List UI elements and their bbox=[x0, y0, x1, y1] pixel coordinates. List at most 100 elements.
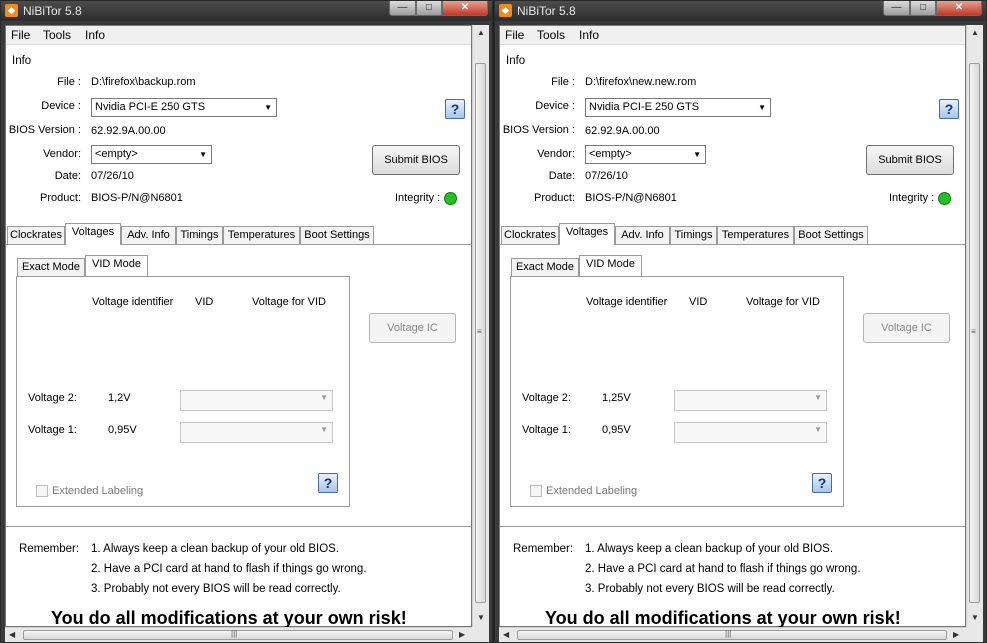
menu-file[interactable]: File bbox=[505, 28, 524, 42]
vertical-scrollbar[interactable]: ▲ ≡ ▼ bbox=[966, 25, 983, 627]
subtab-vid-mode[interactable]: VID Mode bbox=[85, 255, 148, 276]
product-label: Product: bbox=[534, 192, 575, 204]
voltage-2-label: Voltage 2: bbox=[28, 392, 77, 404]
chevron-down-icon: ▼ bbox=[693, 150, 701, 159]
voltage-2-vid-select[interactable]: ▼ bbox=[674, 390, 827, 411]
device-select[interactable]: Nvidia PCI-E 250 GTS ▼ bbox=[585, 98, 771, 117]
menu-info[interactable]: Info bbox=[85, 28, 105, 42]
app-icon: ◆ bbox=[499, 4, 512, 17]
header-voltage-identifier: Voltage identifier bbox=[586, 296, 668, 308]
voltage-2-vid-select[interactable]: ▼ bbox=[180, 390, 333, 411]
scroll-down-icon[interactable]: ▼ bbox=[971, 613, 979, 622]
horizontal-scroll-thumb[interactable] bbox=[517, 630, 947, 640]
tab-voltages[interactable]: Voltages bbox=[559, 223, 615, 245]
tab-voltages[interactable]: Voltages bbox=[65, 223, 121, 245]
remember-label: Remember: bbox=[513, 543, 574, 555]
maximize-button[interactable]: □ bbox=[416, 1, 442, 16]
tab-clockrates[interactable]: Clockrates bbox=[501, 226, 559, 244]
horizontal-scroll-thumb[interactable] bbox=[23, 630, 453, 640]
scroll-left-icon[interactable]: ◀ bbox=[9, 630, 15, 639]
close-button[interactable]: ✕ bbox=[442, 1, 488, 16]
voltage-ic-button[interactable]: Voltage IC bbox=[863, 313, 950, 343]
scroll-up-icon[interactable]: ▲ bbox=[971, 28, 979, 37]
chevron-down-icon: ▼ bbox=[320, 393, 328, 402]
risk-warning: You do all modifications at your own ris… bbox=[545, 608, 901, 628]
subtab-exact-mode[interactable]: Exact Mode bbox=[17, 258, 85, 276]
help-icon[interactable]: ? bbox=[939, 99, 959, 119]
subtab-vid-mode[interactable]: VID Mode bbox=[579, 255, 642, 276]
remember-line-2: 2. Have a PCI card at hand to flash if t… bbox=[585, 563, 861, 575]
device-select[interactable]: Nvidia PCI-E 250 GTS ▼ bbox=[91, 98, 277, 117]
bios-version-value: 62.92.9A.00.00 bbox=[91, 125, 166, 137]
remember-line-1: 1. Always keep a clean backup of your ol… bbox=[585, 543, 834, 555]
device-label: Device : bbox=[535, 100, 575, 112]
maximize-button[interactable]: □ bbox=[910, 1, 936, 16]
horizontal-scrollbar[interactable]: ◀ ||| ▶ bbox=[499, 627, 966, 642]
title-bar[interactable]: ◆ NiBiTor 5.8 — □ ✕ bbox=[1, 1, 492, 21]
voltage-1-value: 0,95V bbox=[602, 424, 631, 436]
chevron-down-icon: ▼ bbox=[814, 425, 822, 434]
file-value: D:\firefox\backup.rom bbox=[91, 76, 196, 88]
tab-boot-settings[interactable]: Boot Settings bbox=[794, 226, 868, 244]
voltage-ic-button[interactable]: Voltage IC bbox=[369, 313, 456, 343]
vendor-label: Vendor: bbox=[43, 148, 81, 160]
vendor-select[interactable]: <empty> ▼ bbox=[585, 145, 706, 164]
extended-labeling-label: Extended Labeling bbox=[546, 485, 638, 497]
product-value: BIOS-P/N@N6801 bbox=[91, 192, 183, 204]
bios-version-label: BIOS Version : bbox=[8, 124, 81, 136]
scroll-left-icon[interactable]: ◀ bbox=[503, 630, 509, 639]
close-button[interactable]: ✕ bbox=[936, 1, 982, 16]
remember-line-3: 3. Probably not every BIOS will be read … bbox=[585, 583, 835, 595]
help-icon[interactable]: ? bbox=[812, 473, 832, 493]
tab-adv-info[interactable]: Adv. Info bbox=[121, 226, 176, 244]
bios-version-label: BIOS Version : bbox=[502, 124, 575, 136]
header-voltage-for-vid: Voltage for VID bbox=[252, 296, 326, 308]
extended-labeling-checkbox[interactable] bbox=[36, 485, 48, 497]
menu-file[interactable]: File bbox=[11, 28, 30, 42]
scroll-down-icon[interactable]: ▼ bbox=[477, 613, 485, 622]
vendor-label: Vendor: bbox=[537, 148, 575, 160]
submit-bios-button[interactable]: Submit BIOS bbox=[866, 145, 954, 175]
remember-line-2: 2. Have a PCI card at hand to flash if t… bbox=[91, 563, 367, 575]
scroll-up-icon[interactable]: ▲ bbox=[477, 28, 485, 37]
minimize-button[interactable]: — bbox=[389, 1, 416, 16]
minimize-button[interactable]: — bbox=[883, 1, 910, 16]
tab-boot-settings[interactable]: Boot Settings bbox=[300, 226, 374, 244]
tab-temperatures[interactable]: Temperatures bbox=[717, 226, 794, 244]
voltage-1-vid-select[interactable]: ▼ bbox=[180, 422, 333, 443]
info-group-label: Info bbox=[12, 55, 32, 67]
integrity-label: Integrity : bbox=[889, 192, 935, 204]
vendor-select[interactable]: <empty> ▼ bbox=[91, 145, 212, 164]
window-title: NiBiTor 5.8 bbox=[517, 4, 576, 18]
tab-temperatures[interactable]: Temperatures bbox=[223, 226, 300, 244]
horizontal-scrollbar[interactable]: ◀ ||| ▶ bbox=[5, 627, 472, 642]
device-label: Device : bbox=[41, 100, 81, 112]
risk-warning: You do all modifications at your own ris… bbox=[51, 608, 407, 628]
scroll-right-icon[interactable]: ▶ bbox=[459, 630, 465, 639]
voltage-1-vid-select[interactable]: ▼ bbox=[674, 422, 827, 443]
grip-icon: ||| bbox=[231, 629, 238, 638]
subtab-exact-mode[interactable]: Exact Mode bbox=[511, 258, 579, 276]
title-bar[interactable]: ◆ NiBiTor 5.8 — □ ✕ bbox=[495, 1, 986, 21]
extended-labeling-checkbox[interactable] bbox=[530, 485, 542, 497]
file-value: D:\firefox\new.new.rom bbox=[585, 76, 697, 88]
tab-timings[interactable]: Timings bbox=[670, 226, 717, 244]
tab-timings[interactable]: Timings bbox=[176, 226, 223, 244]
date-value: 07/26/10 bbox=[91, 170, 134, 182]
scroll-right-icon[interactable]: ▶ bbox=[953, 630, 959, 639]
nibitor-window-2: ◆ NiBiTor 5.8 — □ ✕ File Tools Info Info… bbox=[494, 0, 987, 643]
chevron-down-icon: ▼ bbox=[758, 103, 766, 112]
submit-bios-button[interactable]: Submit BIOS bbox=[372, 145, 460, 175]
vendor-select-value: <empty> bbox=[589, 148, 632, 160]
help-icon[interactable]: ? bbox=[445, 99, 465, 119]
menu-info[interactable]: Info bbox=[579, 28, 599, 42]
grip-icon: ≡ bbox=[477, 327, 482, 336]
tab-clockrates[interactable]: Clockrates bbox=[7, 226, 65, 244]
help-icon[interactable]: ? bbox=[318, 473, 338, 493]
window-title: NiBiTor 5.8 bbox=[23, 4, 82, 18]
menu-tools[interactable]: Tools bbox=[43, 28, 71, 42]
vertical-scrollbar[interactable]: ▲ ≡ ▼ bbox=[472, 25, 489, 627]
grip-icon: ≡ bbox=[971, 327, 976, 336]
tab-adv-info[interactable]: Adv. Info bbox=[615, 226, 670, 244]
menu-tools[interactable]: Tools bbox=[537, 28, 565, 42]
